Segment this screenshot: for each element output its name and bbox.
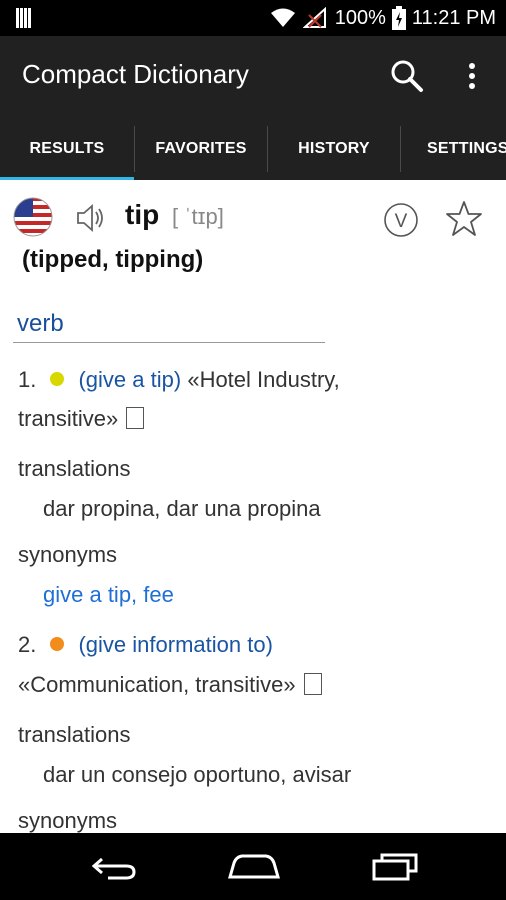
- clock: 11:21 PM: [411, 6, 496, 29]
- sense-1-line: 1. (give a tip) «Hotel Industry,: [18, 367, 340, 393]
- no-signal-icon: [302, 7, 326, 28]
- overflow-menu-icon[interactable]: [462, 58, 482, 94]
- speaker-icon[interactable]: [72, 200, 108, 236]
- system-nav-bar: [0, 833, 506, 900]
- recent-apps-icon[interactable]: [370, 851, 420, 881]
- wifi-icon: [270, 8, 295, 27]
- circle-badge-icon: V: [384, 203, 418, 237]
- note-icon[interactable]: [303, 673, 322, 696]
- section-divider: [13, 342, 325, 343]
- translations-label: translations: [18, 456, 131, 481]
- inflected-forms: (tipped, tipping): [22, 246, 204, 273]
- translations-label: translations: [18, 722, 131, 747]
- favorite-star-icon[interactable]: [444, 199, 484, 239]
- tab-bar: RESULTS FAVORITES HISTORY SETTINGS: [0, 118, 506, 180]
- battery-charging-icon: [391, 6, 406, 30]
- entry-content: tip [ ˈtɪp] V (tipped, tipping) verb 1. …: [0, 180, 506, 833]
- search-icon[interactable]: [389, 58, 425, 94]
- status-right: 100% 11:21 PM: [269, 5, 496, 31]
- sense-number: 2.: [18, 632, 37, 657]
- yellow-dot-icon: [50, 372, 65, 387]
- sense-2-tags-line: «Communication, transitive»: [18, 672, 322, 698]
- orange-dot-icon: [50, 637, 65, 652]
- synonyms-label: synonyms: [18, 542, 118, 567]
- sense-1-tags-line2: transitive»: [18, 406, 145, 432]
- sense-gloss[interactable]: (give information to): [78, 632, 272, 657]
- tab-history[interactable]: HISTORY: [268, 118, 400, 180]
- tab-results[interactable]: RESULTS: [0, 118, 134, 180]
- synonyms-links[interactable]: give a tip, fee: [43, 582, 174, 608]
- sense-tags: «Communication, transitive»: [18, 672, 296, 697]
- tab-settings[interactable]: SETTINGS: [401, 118, 506, 180]
- sense-2-line: 2. (give information to): [18, 632, 273, 658]
- translations-text: dar un consejo oportuno, avisar: [43, 762, 352, 787]
- translations-text: dar propina, dar una propina: [43, 496, 321, 521]
- note-icon[interactable]: [126, 407, 145, 430]
- home-icon[interactable]: [226, 851, 282, 881]
- app-bar: Compact Dictionary: [0, 36, 506, 118]
- synonyms-label: synonyms: [18, 808, 118, 833]
- sense-number: 1.: [18, 367, 37, 392]
- battery-percent: 100%: [334, 6, 386, 29]
- sense-tags: transitive»: [18, 406, 119, 431]
- sense-tags: «Hotel Industry,: [187, 367, 340, 392]
- back-icon[interactable]: [88, 851, 138, 881]
- tab-favorites[interactable]: FAVORITES: [135, 118, 267, 180]
- us-flag-icon[interactable]: [13, 197, 53, 237]
- headword: tip: [125, 199, 160, 230]
- verb-badge[interactable]: V: [383, 202, 419, 238]
- signal-bars-icon: [16, 8, 34, 28]
- pronunciation: [ ˈtɪp]: [172, 204, 224, 229]
- sense-gloss[interactable]: (give a tip): [78, 367, 181, 392]
- app-title: Compact Dictionary: [22, 59, 249, 89]
- part-of-speech: verb: [17, 310, 64, 337]
- status-bar: 100% 11:21 PM: [0, 0, 506, 36]
- badge-letter: V: [395, 211, 408, 232]
